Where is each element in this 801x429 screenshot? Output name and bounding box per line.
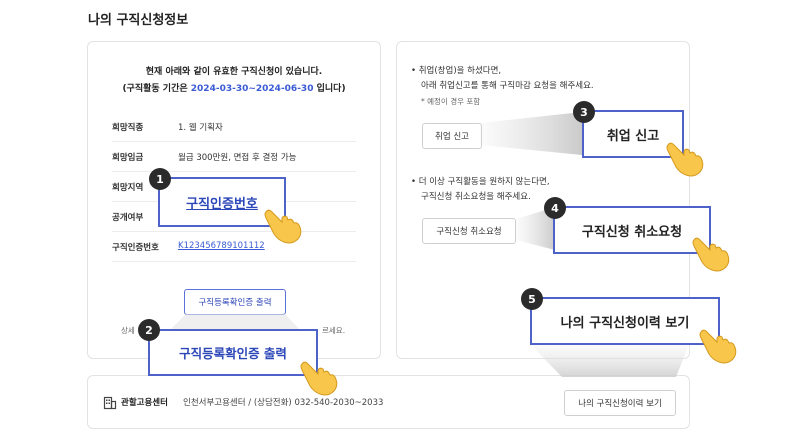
building-icon <box>103 395 117 410</box>
callout-1-badge: 1 <box>149 168 171 190</box>
cert-number-link[interactable]: K123456789101112 <box>178 241 265 251</box>
callout-4-badge: 4 <box>544 197 566 219</box>
callout-2-badge: 2 <box>138 319 160 341</box>
pointing-hand-icon <box>692 237 730 272</box>
notice-prefix: (구직활동 기간은 <box>122 84 191 94</box>
info-value: 1. 웹 기획자 <box>178 123 223 133</box>
bullet-cancel: • 더 이상 구직활동을 원하지 않는다면, 구직신청 취소요청을 해주세요. <box>411 175 550 205</box>
bullet-employment-line-1: 취업(창업)을 하셨다면, <box>418 66 502 76</box>
bullet-cancel-line-2: 구직신청 취소요청을 해주세요. <box>421 192 531 202</box>
bullet-cancel-line-1: 더 이상 구직활동을 원하지 않는다면, <box>418 177 550 187</box>
employment-center-bar: 관할고용센터 인천서부고용센터 / (상담전화) 032-540-2030~20… <box>87 375 690 429</box>
bullet-employment-line-2: 아래 취업신고를 통해 구직마감 요청을 해주세요. <box>421 81 594 91</box>
pointing-hand-icon <box>699 329 737 364</box>
info-label: 희망임금 <box>112 153 144 163</box>
pointing-hand-icon <box>300 361 338 396</box>
employment-report-button[interactable]: 취업 신고 <box>422 123 482 149</box>
callout-3-badge: 3 <box>573 101 595 123</box>
info-label: 희망지역 <box>112 183 144 193</box>
info-value: 월급 300만원, 면접 후 결정 가능 <box>178 153 297 163</box>
employment-center-value: 인천서부고용센터 / (상담전화) 032-540-2030~2033 <box>183 398 384 408</box>
callout-5-badge: 5 <box>521 288 543 310</box>
callout-4-text: 구직신청 취소요청 <box>581 224 683 240</box>
info-label: 희망직종 <box>112 123 144 133</box>
footnote-right: 르세요. <box>322 326 346 335</box>
callout-print-cert: 구직등록확인증 출력 <box>148 329 318 376</box>
job-search-period: 2024-03-30~2024-06-30 <box>190 84 314 94</box>
info-row-cert-number: 구직인증번호 K123456789101112 <box>112 232 356 262</box>
cancel-application-button[interactable]: 구직신청 취소요청 <box>422 218 516 244</box>
bullet-employment: • 취업(창업)을 하셨다면, 아래 취업신고를 통해 구직마감 요청을 해주세… <box>411 64 594 109</box>
bullet-employment-note: * 예정이 경우 포함 <box>421 97 481 106</box>
callout-3-text: 취업 신고 <box>606 128 660 144</box>
callout-5-text: 나의 구직신청이력 보기 <box>560 315 690 331</box>
info-label: 구직인증번호 <box>112 243 159 253</box>
page-title: 나의 구직신청정보 <box>88 13 189 28</box>
info-label: 공개여부 <box>112 213 144 223</box>
employment-center-label: 관할고용센터 <box>121 398 168 408</box>
info-row-desired-job: 희망직종 1. 웹 기획자 <box>112 112 356 142</box>
print-registration-cert-button[interactable]: 구직등록확인증 출력 <box>184 289 286 315</box>
footnote-left: 상세 <box>121 326 135 335</box>
notice-line-1: 현재 아래와 같이 유효한 구직신청이 있습니다. <box>145 67 323 77</box>
callout-1-text: 구직인증번호 <box>186 196 258 212</box>
job-history-button[interactable]: 나의 구직신청이력 보기 <box>564 390 676 416</box>
callout-job-history: 나의 구직신청이력 보기 <box>530 297 720 345</box>
notice-suffix: 입니다) <box>313 84 346 94</box>
pointing-hand-icon <box>666 142 704 177</box>
info-row-desired-wage: 희망임금 월급 300만원, 면접 후 결정 가능 <box>112 142 356 172</box>
pointing-hand-icon <box>264 209 302 244</box>
notice-line-2: (구직활동 기간은 2024-03-30~2024-06-30 입니다) <box>88 81 380 94</box>
callout-2-text: 구직등록확인증 출력 <box>179 346 287 361</box>
callout-cancel-application: 구직신청 취소요청 <box>553 206 711 254</box>
